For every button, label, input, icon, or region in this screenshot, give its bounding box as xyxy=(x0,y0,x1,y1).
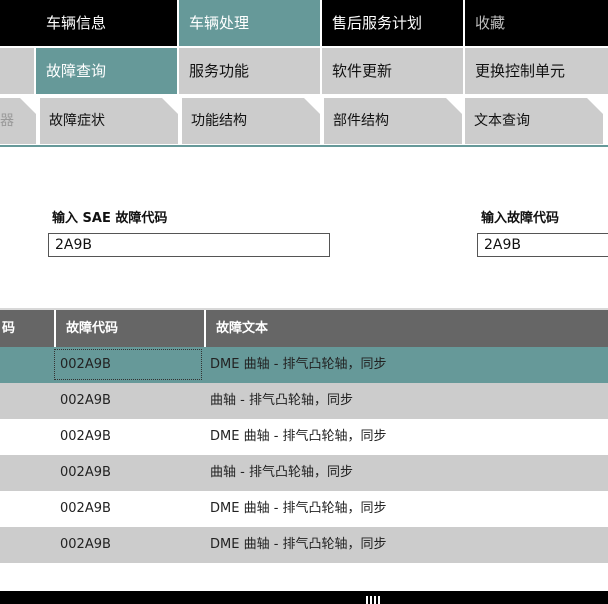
table-row[interactable]: 002A9B DME 曲轴 - 排气凸轮轴，同步 xyxy=(0,419,608,455)
table-row[interactable]: 002A9B 曲轴 - 排气凸轮轴，同步 xyxy=(0,383,608,419)
fault-code-cell: 002A9B xyxy=(60,393,111,408)
mode-tab-text-query[interactable]: 文本查询 xyxy=(465,98,603,144)
main-nav: 车辆信息 车辆处理 售后服务计划 收藏 xyxy=(0,0,608,46)
fault-text-cell: DME 曲轴 - 排气凸轮轴，同步 xyxy=(210,429,387,444)
bottom-bar xyxy=(0,591,608,604)
mode-tab-partial[interactable]: 器 xyxy=(0,98,36,144)
table-row[interactable]: 002A9B DME 曲轴 - 排气凸轮轴，同步 xyxy=(0,527,608,563)
resize-grip-icon[interactable] xyxy=(366,596,380,604)
fault-code-cell: 002A9B xyxy=(60,357,111,372)
col-header-partial[interactable]: 码 xyxy=(0,310,54,347)
sub-tab-software-update[interactable]: 软件更新 xyxy=(322,48,463,94)
fault-text-cell: DME 曲轴 - 排气凸轮轴，同步 xyxy=(210,501,387,516)
fault-text-cell: DME 曲轴 - 排气凸轮轴，同步 xyxy=(210,357,387,372)
mode-tab-component-structure[interactable]: 部件结构 xyxy=(324,98,462,144)
fault-code-input[interactable] xyxy=(477,233,608,257)
sae-label-sae: SAE xyxy=(82,211,111,226)
tab-service-plan[interactable]: 售后服务计划 xyxy=(322,0,465,46)
query-mode-tabs: 器 故障症状 功能结构 部件结构 文本查询 xyxy=(0,96,608,144)
tab-vehicle-processing[interactable]: 车辆处理 xyxy=(179,0,322,46)
sub-nav: 故障查询 服务功能 软件更新 更换控制单元 xyxy=(0,46,608,94)
sae-label-suffix: 故障代码 xyxy=(115,211,168,226)
divider xyxy=(0,145,608,147)
mode-tab-function-structure[interactable]: 功能结构 xyxy=(182,98,320,144)
fault-code-cell: 002A9B xyxy=(60,429,111,444)
sae-label-prefix: 输入 xyxy=(52,211,79,226)
fault-code-label: 输入故障代码 xyxy=(481,211,560,226)
sub-tab-hidden[interactable] xyxy=(0,48,34,94)
table-header: 码 故障代码 故障文本 xyxy=(0,310,608,347)
sae-code-input[interactable] xyxy=(48,233,330,257)
fault-code-cell: 002A9B xyxy=(60,501,111,516)
table-row[interactable]: 002A9B DME 曲轴 - 排气凸轮轴，同步 xyxy=(0,347,608,383)
tab-vehicle-info[interactable]: 车辆信息 xyxy=(36,0,179,46)
sub-tab-service-functions[interactable]: 服务功能 xyxy=(179,48,320,94)
sub-tab-replace-control-unit[interactable]: 更换控制单元 xyxy=(465,48,608,94)
sae-code-label: 输入 SAE 故障代码 xyxy=(52,207,167,226)
fault-code-cell: 002A9B xyxy=(60,537,111,552)
sub-tab-fault-query[interactable]: 故障查询 xyxy=(36,48,177,94)
col-header-fault-code[interactable]: 故障代码 xyxy=(54,310,204,347)
fault-text-cell: 曲轴 - 排气凸轮轴，同步 xyxy=(210,465,353,480)
fault-code-cell: 002A9B xyxy=(60,465,111,480)
mode-tab-fault-symptom[interactable]: 故障症状 xyxy=(40,98,178,144)
col-header-fault-text[interactable]: 故障文本 xyxy=(204,310,608,347)
tab-favorites[interactable]: 收藏 xyxy=(465,0,608,46)
table-row[interactable]: 002A9B DME 曲轴 - 排气凸轮轴，同步 xyxy=(0,491,608,527)
fault-text-cell: 曲轴 - 排气凸轮轴，同步 xyxy=(210,393,353,408)
fault-text-cell: DME 曲轴 - 排气凸轮轴，同步 xyxy=(210,537,387,552)
table-row[interactable]: 002A9B 曲轴 - 排气凸轮轴，同步 xyxy=(0,455,608,491)
